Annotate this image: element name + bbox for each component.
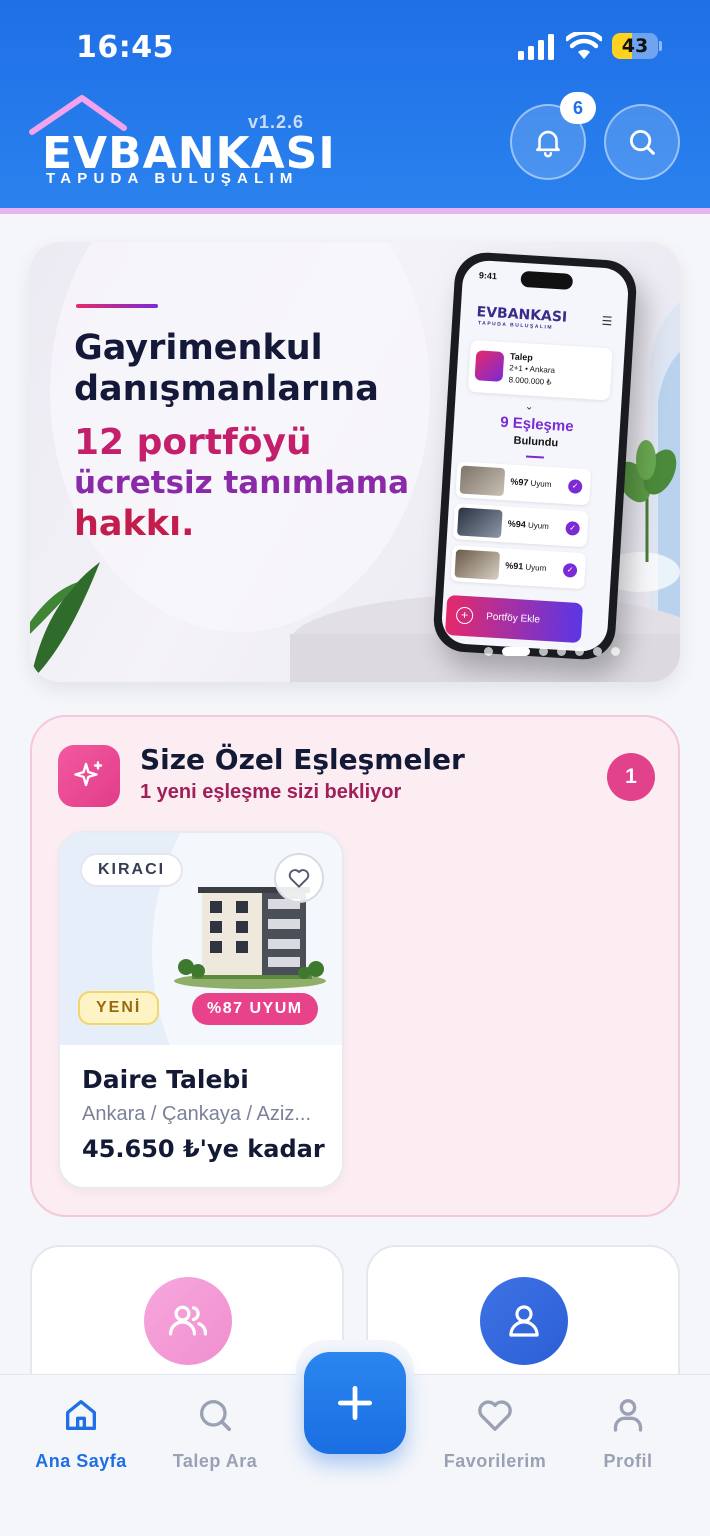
plus-icon [337, 1385, 373, 1421]
check-icon: ✓ [567, 479, 583, 494]
users-icon [144, 1277, 232, 1365]
heart-icon [478, 1400, 512, 1431]
user-icon [480, 1277, 568, 1365]
phone-add-label: Portföy Ekle [485, 611, 541, 626]
search-icon [200, 1400, 232, 1431]
app-header: 16:45 43 v1.2.6 EVBANKASI TAPUDA BULUŞAL… [0, 0, 710, 214]
nav-profile[interactable]: Profil [563, 1395, 693, 1472]
card-title: Daire Talebi [82, 1065, 249, 1094]
house-icon [474, 350, 505, 382]
banner-highlight-line-3: hakkı. [74, 504, 195, 544]
app-logo[interactable]: v1.2.6 EVBANKASI TAPUDA BULUŞALIM [28, 92, 335, 192]
phone-time: 9:41 [478, 270, 498, 282]
banner-highlight-line-1: 12 portföyü [74, 422, 312, 463]
logo-tagline: TAPUDA BULUŞALIM [46, 170, 299, 187]
status-time: 16:45 [76, 30, 174, 65]
phone-request-card: Talep 2+1 • Ankara 8.000.000 ₺ [467, 339, 613, 401]
matches-section: Size Özel Eşleşmeler 1 yeni eşleşme sizi… [30, 715, 680, 1217]
phone-mockup: 9:41 EVBANKASI TAPUDA BULUŞALIM ☰ Talep … [431, 250, 639, 662]
matches-title: Size Özel Eşleşmeler [140, 743, 465, 776]
favorite-button[interactable] [274, 853, 324, 903]
nav-home[interactable]: Ana Sayfa [16, 1395, 146, 1472]
leaf-decoration [30, 562, 100, 682]
banner-headline: Gayrimenkul danışmanlarına [74, 328, 379, 409]
nav-home-label: Ana Sayfa [35, 1451, 127, 1471]
notification-badge: 6 [560, 92, 596, 124]
phone-card-line2: 8.000.000 ₺ [508, 375, 552, 387]
header-search-button[interactable] [604, 104, 680, 180]
carousel-dot[interactable] [593, 646, 602, 656]
phone-match-row: %91 Uyum ✓ [450, 545, 587, 590]
check-icon: ✓ [562, 562, 578, 578]
property-thumbnail [457, 507, 503, 539]
match-percent: %91 [504, 560, 524, 572]
nav-search-requests[interactable]: Talep Ara [150, 1395, 280, 1472]
carousel-dot[interactable] [484, 646, 493, 656]
matches-count-badge: 1 [607, 753, 655, 801]
banner-accent-line [76, 304, 158, 308]
nav-profile-label: Profil [603, 1451, 653, 1471]
battery-indicator: 43 [612, 33, 662, 59]
heart-icon [288, 869, 310, 888]
new-tag: YENİ [78, 991, 160, 1025]
card-price: 45.650 ₺'ye kadar [82, 1135, 325, 1163]
chevron-down-icon: ⌄ [524, 401, 534, 413]
property-thumbnail [454, 549, 501, 580]
carousel-dot[interactable] [557, 646, 566, 656]
status-bar: 16:45 43 [0, 0, 710, 90]
card-location: Ankara / Çankaya / Aziz... [82, 1103, 311, 1125]
promo-banner[interactable]: Gayrimenkul danışmanlarına 12 portföyü ü… [30, 242, 680, 682]
check-icon: ✓ [565, 521, 581, 536]
carousel-dot[interactable] [611, 646, 620, 656]
carousel-dot[interactable] [502, 646, 530, 656]
match-score-tag: %87 UYUM [192, 993, 318, 1025]
signal-icon [518, 34, 554, 60]
banner-highlight-line-2: ücretsiz tanımlama [74, 465, 409, 501]
carousel-dot[interactable] [539, 646, 548, 656]
phone-card-line1: 2+1 • Ankara [509, 363, 556, 376]
match-label: Uyum [530, 478, 552, 490]
nav-search-label: Talep Ara [172, 1451, 258, 1471]
property-thumbnail [459, 465, 506, 497]
hamburger-icon: ☰ [601, 313, 613, 329]
wifi-icon [566, 32, 602, 59]
nav-favorites-label: Favorilerim [443, 1451, 547, 1471]
home-icon [66, 1400, 97, 1430]
bell-icon [536, 130, 560, 158]
carousel-dot[interactable] [575, 646, 584, 656]
plus-icon: + [455, 606, 474, 625]
banner-highlight: 12 portföyü ücretsiz tanımlama hakkı. [74, 422, 414, 545]
phone-add-portfolio-button: + Portföy Ekle [444, 594, 584, 644]
match-label: Uyum [527, 520, 550, 531]
carousel-dots[interactable] [484, 645, 620, 657]
phone-match-row: %97 Uyum ✓ [455, 461, 592, 506]
matches-subtitle: 1 yeni eşleşme sizi bekliyor [140, 781, 402, 803]
user-icon [613, 1399, 643, 1432]
match-card[interactable]: KIRACI YENİ %87 UYUM Daire Talebi Ankara… [58, 831, 344, 1189]
match-percent: %97 [510, 476, 529, 488]
search-icon [629, 129, 655, 155]
phone-match-row: %94 Uyum ✓ [452, 503, 589, 548]
tenant-tag: KIRACI [80, 853, 184, 887]
match-percent: %94 [507, 518, 527, 530]
sparkles-icon [58, 745, 120, 807]
card-image: KIRACI YENİ %87 UYUM [60, 833, 342, 1045]
nav-favorites[interactable]: Favorilerim [430, 1395, 560, 1472]
battery-level: 43 [621, 35, 649, 57]
add-button[interactable] [304, 1352, 406, 1454]
match-label: Uyum [525, 562, 547, 573]
